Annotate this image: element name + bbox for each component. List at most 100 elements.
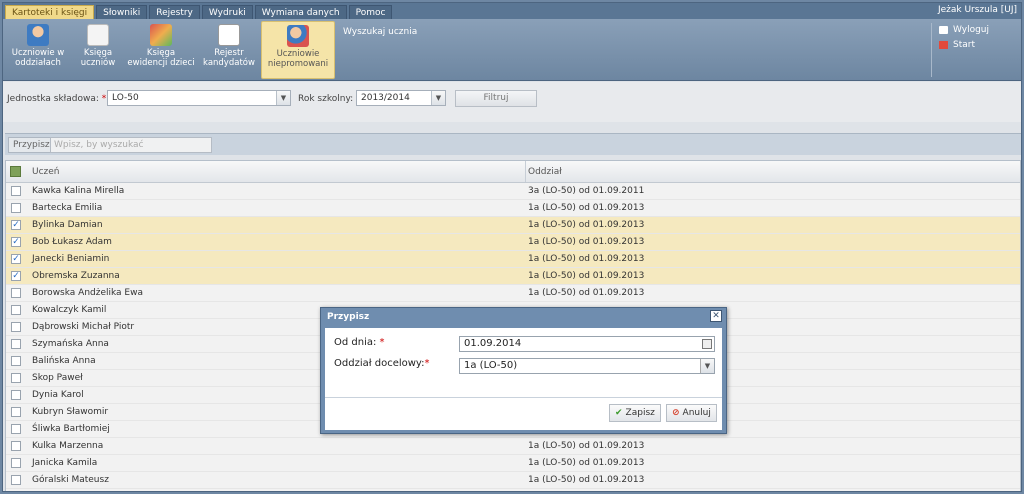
table-row[interactable]: ✓ Bob Łukasz Adam 1a (LO-50) od 01.09.2013 xyxy=(6,234,1020,251)
ribbon-button-students-in-classes[interactable]: Uczniowie w oddziałach xyxy=(7,21,69,79)
unit-select-value: LO-50 xyxy=(112,93,139,103)
calendar-icon[interactable] xyxy=(702,339,712,349)
student-name: Szymańska Anna xyxy=(32,339,109,349)
dialog-divider xyxy=(325,397,722,398)
table-row[interactable]: Kulka Marzenna 1a (LO-50) od 01.09.2013 xyxy=(6,438,1020,455)
year-select[interactable]: 2013/2014 ▼ xyxy=(356,90,446,106)
row-checkbox[interactable] xyxy=(11,288,21,298)
save-button[interactable]: ✔ Zapisz xyxy=(609,404,661,422)
search-input[interactable]: Wpisz, by wyszukać xyxy=(50,137,212,153)
row-checkbox[interactable] xyxy=(11,322,21,332)
table-row[interactable]: Góralski Mateusz 1a (LO-50) od 01.09.2013 xyxy=(6,472,1020,489)
ribbon-button-candidates-register[interactable]: Rejestr kandydatów xyxy=(199,21,259,79)
menu-tab-pomoc[interactable]: Pomoc xyxy=(348,5,393,19)
table-row[interactable]: ✓ Janecki Beniamin 1a (LO-50) od 01.09.201… xyxy=(6,251,1020,268)
ribbon-label: niepromowani xyxy=(267,59,329,69)
menu-tab-wydruki[interactable]: Wydruki xyxy=(201,5,253,19)
row-checkbox[interactable] xyxy=(11,373,21,383)
row-checkbox[interactable]: ✓ xyxy=(11,254,21,264)
row-checkbox[interactable] xyxy=(11,407,21,417)
table-row[interactable]: Borowska Andżelika Ewa 1a (LO-50) od 01.0… xyxy=(6,285,1020,302)
ribbon-button-students-book[interactable]: Księga uczniów xyxy=(73,21,123,79)
ribbon-button-non-promoted-students[interactable]: Uczniowie niepromowani xyxy=(261,21,335,79)
table-row[interactable]: ✓ Bylinka Damian 1a (LO-50) od 01.09.2013 xyxy=(6,217,1020,234)
row-checkbox[interactable] xyxy=(11,458,21,468)
student-class: 1a (LO-50) od 01.09.2013 xyxy=(528,458,645,468)
date-input[interactable]: 01.09.2014 xyxy=(459,336,715,352)
column-divider xyxy=(525,161,526,182)
row-checkbox[interactable]: ✓ xyxy=(11,271,21,281)
column-header-class[interactable]: Oddział xyxy=(528,167,562,177)
table-row[interactable]: Kawka Kalina Mirella 3a (LO-50) od 01.09.… xyxy=(6,183,1020,200)
row-checkbox[interactable] xyxy=(11,390,21,400)
row-checkbox[interactable] xyxy=(11,356,21,366)
menu-tab-wymiana-danych[interactable]: Wymiana danych xyxy=(254,5,347,19)
chevron-down-icon: ▼ xyxy=(700,359,714,373)
row-checkbox[interactable] xyxy=(11,305,21,315)
start-link[interactable]: Start xyxy=(939,38,989,53)
student-class: 1a (LO-50) od 01.09.2013 xyxy=(528,254,645,264)
menu-tab-slowniki[interactable]: Słowniki xyxy=(96,5,148,19)
menu-tab-kartoteki[interactable]: Kartoteki i księgi xyxy=(5,5,95,19)
student-name: Skop Paweł xyxy=(32,373,83,383)
ribbon-label: uczniów xyxy=(80,58,116,68)
row-checkbox[interactable] xyxy=(11,441,21,451)
student-name: Śliwka Bartłomiej xyxy=(32,424,110,434)
user-name: Jeżak Urszula [UJ] xyxy=(937,5,1017,15)
grid-toolbar: Przypisz Wpisz, by wyszukać xyxy=(5,133,1021,155)
column-header-student[interactable]: Uczeń xyxy=(32,167,60,177)
date-value: 01.09.2014 xyxy=(464,338,522,349)
student-class: 1a (LO-50) od 01.09.2013 xyxy=(528,288,645,298)
close-icon[interactable]: ✕ xyxy=(710,310,722,322)
ribbon-label: Uczniowie w xyxy=(11,48,65,58)
student-class: 1a (LO-50) od 01.09.2013 xyxy=(528,441,645,451)
check-icon: ✔ xyxy=(615,408,623,418)
row-checkbox[interactable]: ✓ xyxy=(11,220,21,230)
filter-button[interactable]: Filtruj xyxy=(455,90,537,107)
unit-label: Jednostka składowa: * xyxy=(7,94,107,104)
student-name: Kowalczyk Kamil xyxy=(32,305,107,315)
row-checkbox[interactable] xyxy=(11,203,21,213)
target-class-select[interactable]: 1a (LO-50) ▼ xyxy=(459,358,715,374)
student-name: Bob Łukasz Adam xyxy=(32,237,112,247)
table-row[interactable]: Bartecka Emilia 1a (LO-50) od 01.09.2013 xyxy=(6,200,1020,217)
target-class-value: 1a (LO-50) xyxy=(464,360,518,371)
cancel-label: Anuluj xyxy=(682,408,711,418)
select-all-icon[interactable] xyxy=(10,166,21,177)
row-checkbox[interactable] xyxy=(11,339,21,349)
ribbon-button-children-register-book[interactable]: Księga ewidencji dzieci xyxy=(127,21,195,79)
logout-link[interactable]: Wyloguj xyxy=(939,23,989,38)
student-name: Janecki Beniamin xyxy=(32,254,110,264)
student-name: Góralski Mateusz xyxy=(32,475,109,485)
student-name: Obremska Zuzanna xyxy=(32,271,120,281)
year-select-value: 2013/2014 xyxy=(361,93,410,103)
student-class: 1a (LO-50) od 01.09.2013 xyxy=(528,220,645,230)
ribbon: Uczniowie w oddziałach Księga uczniów Ks… xyxy=(3,19,1021,81)
unit-select[interactable]: LO-50 ▼ xyxy=(107,90,291,106)
table-row[interactable]: Janicka Kamila 1a (LO-50) od 01.09.2013 xyxy=(6,455,1020,472)
student-name: Bartecka Emilia xyxy=(32,203,103,213)
chevron-down-icon: ▼ xyxy=(276,91,290,105)
divider xyxy=(931,23,932,77)
student-name: Bylinka Damian xyxy=(32,220,103,230)
student-name: Borowska Andżelika Ewa xyxy=(32,288,143,298)
target-class-label: Oddział docelowy:* xyxy=(334,358,430,369)
menu-tab-rejestry[interactable]: Rejestry xyxy=(149,5,200,19)
non-promoted-student-icon xyxy=(287,25,309,47)
dialog-body: Od dnia: * 01.09.2014 Oddział docelowy:*… xyxy=(325,328,722,430)
menu-bar: Kartoteki i księgi Słowniki Rejestry Wyd… xyxy=(3,3,1021,19)
ribbon-label: Księga xyxy=(83,48,113,58)
assign-dialog: Przypisz ✕ Od dnia: * 01.09.2014 Oddział… xyxy=(320,307,727,434)
chevron-down-icon: ▼ xyxy=(431,91,445,105)
dialog-title: Przypisz xyxy=(327,312,370,322)
table-row[interactable]: ✓ Obremska Zuzanna 1a (LO-50) od 01.09.201… xyxy=(6,268,1020,285)
student-class: 3a (LO-50) od 01.09.2011 xyxy=(528,186,645,196)
lock-icon xyxy=(939,25,948,34)
row-checkbox[interactable] xyxy=(11,186,21,196)
cancel-button[interactable]: ⊘ Anuluj xyxy=(666,404,717,422)
row-checkbox[interactable]: ✓ xyxy=(11,237,21,247)
assign-button[interactable]: Przypisz xyxy=(8,137,55,153)
row-checkbox[interactable] xyxy=(11,424,21,434)
grid-header: Uczeń Oddział xyxy=(6,161,1020,183)
row-checkbox[interactable] xyxy=(11,475,21,485)
